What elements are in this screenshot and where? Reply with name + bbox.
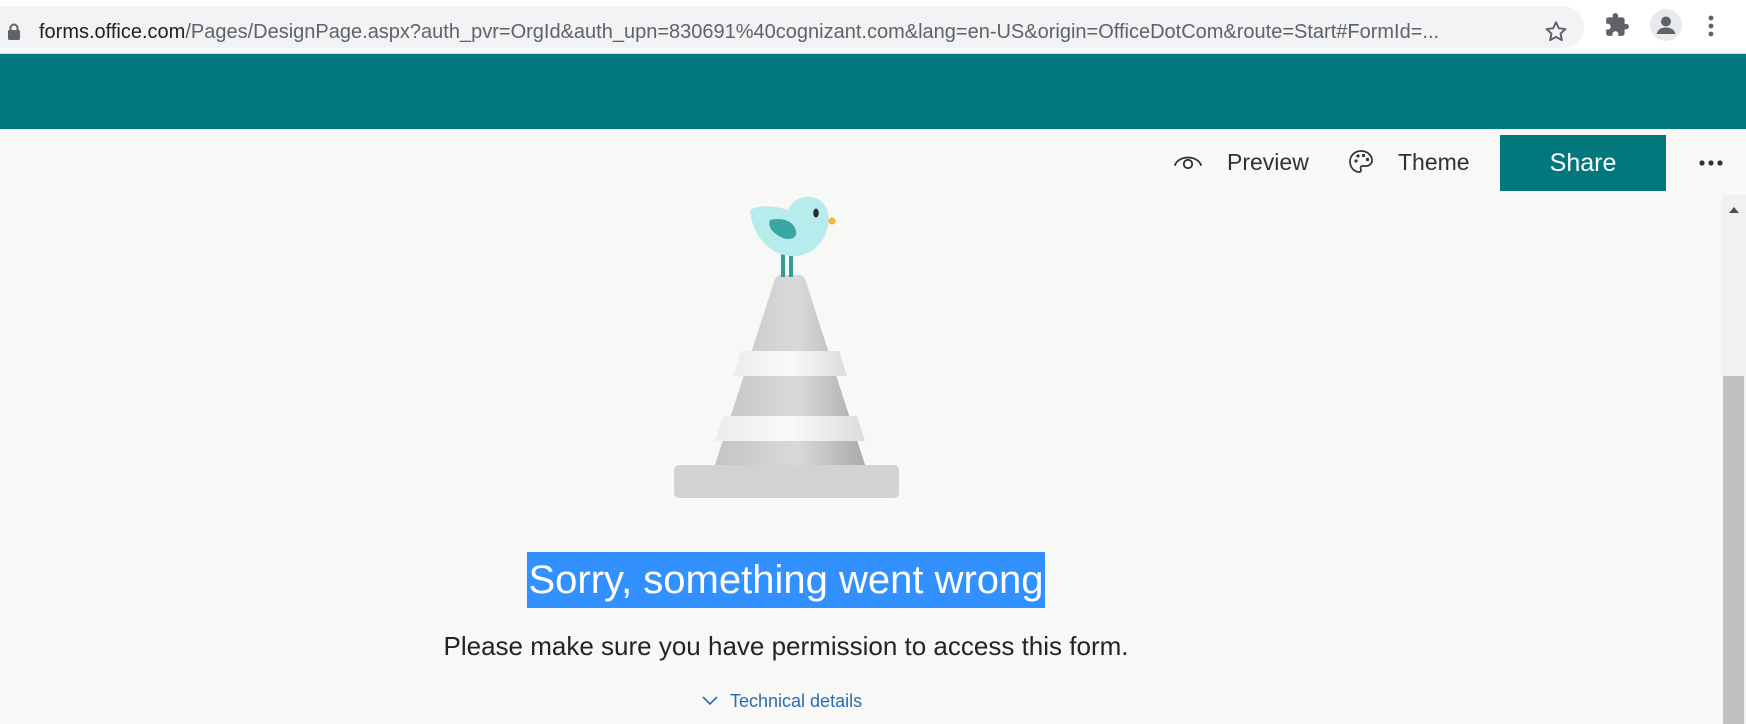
technical-details-label: Technical details — [730, 690, 863, 711]
technical-details-toggle[interactable]: Technical details — [702, 688, 862, 714]
command-bar: Preview Theme Share — [0, 129, 1746, 195]
theme-label: Theme — [1398, 148, 1470, 175]
forms-header — [0, 54, 1746, 129]
share-button[interactable]: Share — [1500, 135, 1666, 191]
url-path: /Pages/DesignPage.aspx?auth_pvr=OrgId&au… — [185, 21, 1440, 43]
chevron-down-icon — [702, 696, 718, 706]
url-text[interactable]: forms.office.com/Pages/DesignPage.aspx?a… — [39, 20, 1519, 44]
url-host: forms.office.com — [39, 21, 186, 43]
theme-button[interactable]: Theme — [1348, 129, 1470, 195]
preview-button[interactable]: Preview — [1173, 129, 1309, 195]
extensions-icon[interactable] — [1604, 12, 1630, 38]
scroll-thumb[interactable] — [1723, 376, 1744, 724]
star-icon[interactable] — [1543, 19, 1569, 45]
preview-label: Preview — [1227, 148, 1309, 175]
error-title-container: Sorry, something went wrong — [0, 552, 1572, 608]
menu-icon[interactable] — [1703, 12, 1719, 40]
more-icon[interactable] — [1697, 149, 1725, 177]
eye-icon — [1174, 156, 1202, 170]
browser-address-bar: forms.office.com/Pages/DesignPage.aspx?a… — [0, 0, 1746, 54]
error-title: Sorry, something went wrong — [527, 552, 1045, 608]
error-description: Please make sure you have permission to … — [443, 631, 1129, 661]
omnibox[interactable]: forms.office.com/Pages/DesignPage.aspx?a… — [0, 6, 1584, 48]
profile-icon[interactable] — [1650, 9, 1682, 41]
scroll-up-arrow-icon[interactable] — [1729, 207, 1739, 213]
lock-icon[interactable] — [7, 23, 21, 41]
scrollbar[interactable] — [1722, 195, 1746, 724]
palette-icon — [1349, 150, 1373, 173]
bird-on-cone-illustration — [674, 196, 899, 498]
